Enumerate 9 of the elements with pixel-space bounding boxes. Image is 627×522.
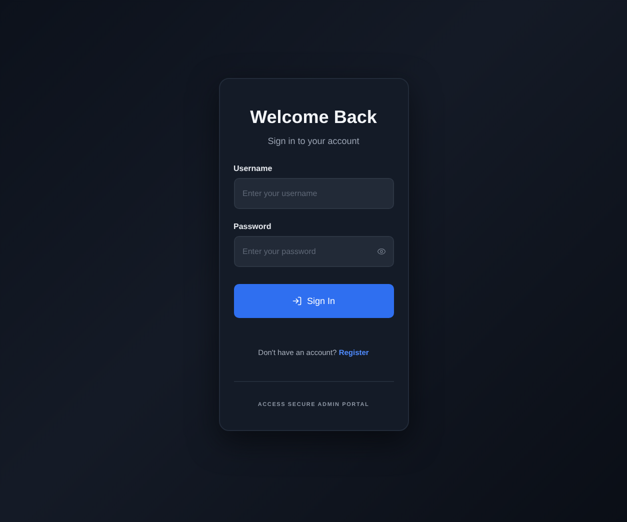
eye-icon[interactable]	[376, 247, 386, 256]
sign-in-icon	[292, 296, 302, 306]
field-label: Password	[234, 222, 272, 231]
username-field[interactable]: Enter your username	[234, 178, 394, 209]
sign-in-button[interactable]: Sign In	[234, 284, 394, 318]
field-label: Username	[234, 164, 274, 173]
password-field[interactable]: Enter your password	[234, 236, 394, 267]
welcome-title: Welcome Back	[249, 107, 378, 128]
subtitle: Sign in to your account	[266, 136, 360, 146]
